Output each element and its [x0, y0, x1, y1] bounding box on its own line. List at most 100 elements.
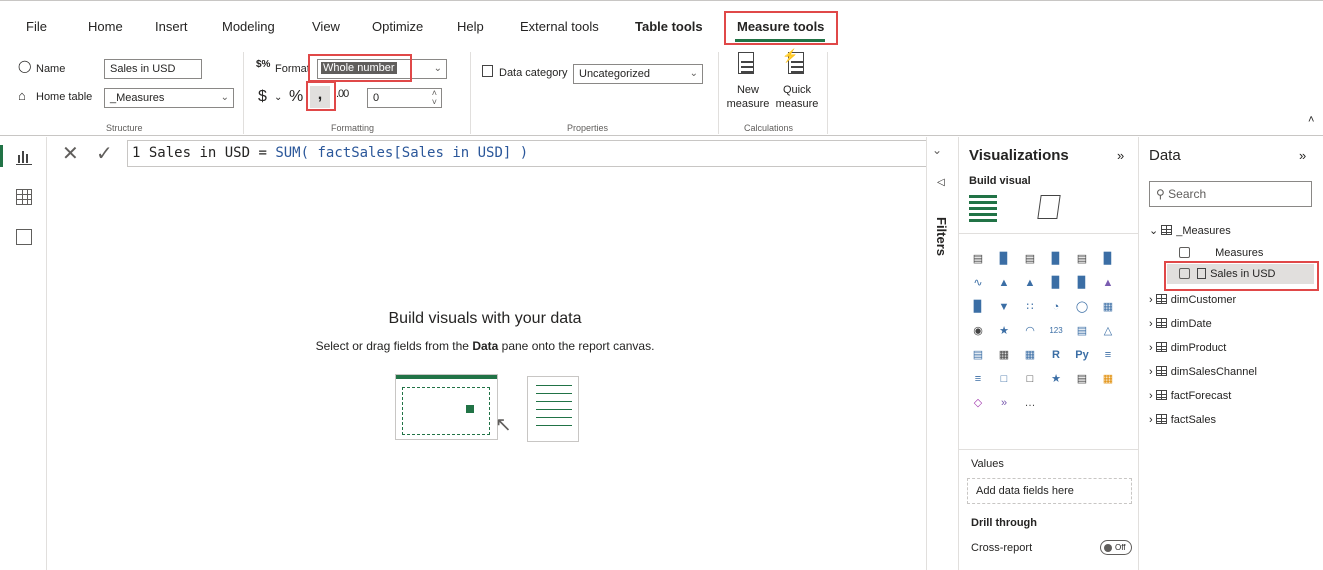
quick-measure-button[interactable]: ⚡ Quick measure: [772, 48, 822, 118]
100-column-icon[interactable]: ▉: [1099, 250, 1117, 268]
model-view-icon[interactable]: [16, 229, 32, 245]
power-automate-icon[interactable]: ◇: [969, 394, 987, 412]
pane-divider: [959, 233, 1139, 234]
build-visual-tab-icon[interactable]: [969, 195, 997, 223]
qna-icon[interactable]: □: [995, 370, 1013, 388]
slicer-icon[interactable]: ▤: [969, 346, 987, 364]
lightning-icon: ⚡: [782, 48, 799, 63]
cancel-formula-icon[interactable]: ✕: [62, 141, 79, 166]
card-icon[interactable]: 123: [1047, 322, 1065, 340]
stacked-bar-icon[interactable]: ▤: [969, 250, 987, 268]
line-chart-icon[interactable]: ∿: [969, 274, 987, 292]
smart-narrative-icon[interactable]: »: [995, 394, 1013, 412]
menu-table-tools[interactable]: Table tools: [635, 19, 703, 34]
more-visuals-icon[interactable]: …: [1021, 394, 1039, 412]
key-influencers-icon[interactable]: ≡: [1099, 346, 1117, 364]
chevron-right-icon: ›: [1149, 294, 1153, 306]
100-bar-icon[interactable]: ▤: [1073, 250, 1091, 268]
scatter-icon[interactable]: ∷: [1021, 298, 1039, 316]
name-label: Name: [36, 63, 66, 75]
paginated-report-icon[interactable]: ▤: [1073, 370, 1091, 388]
table-dimcustomer[interactable]: › dimCustomer: [1149, 294, 1236, 306]
area-chart-icon[interactable]: ▲: [995, 274, 1013, 292]
format-visual-tab-icon[interactable]: [1037, 195, 1061, 219]
canvas-title: Build visuals with your data: [388, 310, 582, 327]
table-dimdate[interactable]: › dimDate: [1149, 318, 1212, 330]
formula-line-number: 1: [132, 145, 141, 161]
line-column-icon[interactable]: ▉: [1047, 274, 1065, 292]
name-field[interactable]: Sales in USD: [104, 59, 202, 79]
table-measures[interactable]: ⌄ _Measures: [1149, 224, 1231, 237]
new-measure-button[interactable]: New measure: [726, 50, 770, 118]
ribbon-separator: [470, 52, 471, 134]
percent-button[interactable]: %: [289, 88, 303, 106]
gauge-icon[interactable]: ◠: [1021, 322, 1039, 340]
funnel-icon[interactable]: ▼: [995, 298, 1013, 316]
menu-help[interactable]: Help: [457, 19, 484, 34]
clustered-bar-icon[interactable]: ▤: [1021, 250, 1039, 268]
donut-icon[interactable]: ◯: [1073, 298, 1091, 316]
menu-modeling[interactable]: Modeling: [222, 19, 275, 34]
report-view-icon[interactable]: [16, 149, 32, 165]
map-icon[interactable]: ◉: [969, 322, 987, 340]
filter-collapse-icon[interactable]: ◁: [937, 177, 945, 188]
checkbox[interactable]: [1179, 247, 1190, 258]
currency-button[interactable]: $: [258, 88, 267, 106]
home-table-select[interactable]: _Measures ⌄: [104, 88, 234, 108]
values-well[interactable]: Add data fields here: [967, 478, 1132, 504]
decomposition-tree-icon[interactable]: ≡: [969, 370, 987, 388]
narrative-icon[interactable]: □: [1021, 370, 1039, 388]
visualizations-pane: Visualizations » Build visual ▤ ▉ ▤ ▉ ▤ …: [958, 137, 1139, 570]
filled-map-icon[interactable]: ★: [995, 322, 1013, 340]
menu-insert[interactable]: Insert: [155, 19, 188, 34]
measures-folder[interactable]: Measures: [1179, 247, 1263, 259]
menu-view[interactable]: View: [312, 19, 340, 34]
collapse-pane-icon[interactable]: »: [1299, 148, 1306, 163]
multi-row-card-icon[interactable]: ▤: [1073, 322, 1091, 340]
group-formatting-label: Formatting: [331, 123, 375, 133]
decimal-places-stepper[interactable]: 0 ˄ ˅: [367, 88, 442, 108]
menu-external-tools[interactable]: External tools: [520, 19, 599, 34]
cross-report-toggle[interactable]: Off: [1100, 540, 1132, 555]
data-category-select[interactable]: Uncategorized ⌄: [573, 64, 703, 84]
python-visual-icon[interactable]: Py: [1073, 346, 1091, 364]
table-dimproduct[interactable]: › dimProduct: [1149, 342, 1226, 354]
waterfall-icon[interactable]: ▉: [969, 298, 987, 316]
quick-measure-line2: measure: [775, 98, 819, 110]
table-name: factSales: [1170, 414, 1216, 426]
menu-optimize[interactable]: Optimize: [372, 19, 423, 34]
table-factforecast[interactable]: › factForecast: [1149, 390, 1231, 402]
stacked-area-icon[interactable]: ▲: [1021, 274, 1039, 292]
filters-pane-collapsed[interactable]: ◁ Filters: [926, 137, 958, 570]
commit-formula-icon[interactable]: ✓: [96, 141, 113, 166]
formula-editor[interactable]: 1 Sales in USD = SUM( factSales[Sales in…: [127, 140, 927, 167]
stacked-column-icon[interactable]: ▉: [995, 250, 1013, 268]
menu-file[interactable]: File: [26, 19, 47, 34]
table-name: factForecast: [1170, 390, 1232, 402]
table-view-icon[interactable]: [16, 189, 32, 205]
power-apps-icon[interactable]: ▦: [1099, 370, 1117, 388]
table-visual-icon[interactable]: ▦: [995, 346, 1013, 364]
ribbon-chart-icon[interactable]: ▲: [1099, 274, 1117, 292]
goals-icon[interactable]: ★: [1047, 370, 1065, 388]
r-visual-icon[interactable]: R: [1047, 346, 1065, 364]
clustered-column-icon[interactable]: ▉: [1047, 250, 1065, 268]
drill-through-label: Drill through: [971, 517, 1037, 529]
table-dimsaleschannel[interactable]: › dimSalesChannel: [1149, 366, 1257, 378]
chevron-down-icon: ⌄: [220, 92, 229, 103]
data-search[interactable]: ⚲ Search: [1149, 181, 1312, 207]
table-factsales[interactable]: › factSales: [1149, 414, 1216, 426]
chevron-right-icon: ›: [1149, 366, 1153, 378]
collapse-pane-icon[interactable]: »: [1117, 148, 1124, 163]
search-icon: ⚲: [1156, 187, 1165, 201]
kpi-icon[interactable]: △: [1099, 322, 1117, 340]
formula-measure-name: Sales in USD: [148, 145, 251, 161]
menu-home[interactable]: Home: [88, 19, 123, 34]
illustration-lines: [536, 385, 572, 433]
line-clustered-column-icon[interactable]: ▉: [1073, 274, 1091, 292]
collapse-ribbon-icon[interactable]: ˄: [1308, 114, 1314, 126]
treemap-icon[interactable]: ▦: [1099, 298, 1117, 316]
stepper-arrows-icon[interactable]: ˄ ˅: [432, 89, 437, 107]
pie-icon[interactable]: ◔: [1047, 298, 1065, 316]
matrix-icon[interactable]: ▦: [1021, 346, 1039, 364]
